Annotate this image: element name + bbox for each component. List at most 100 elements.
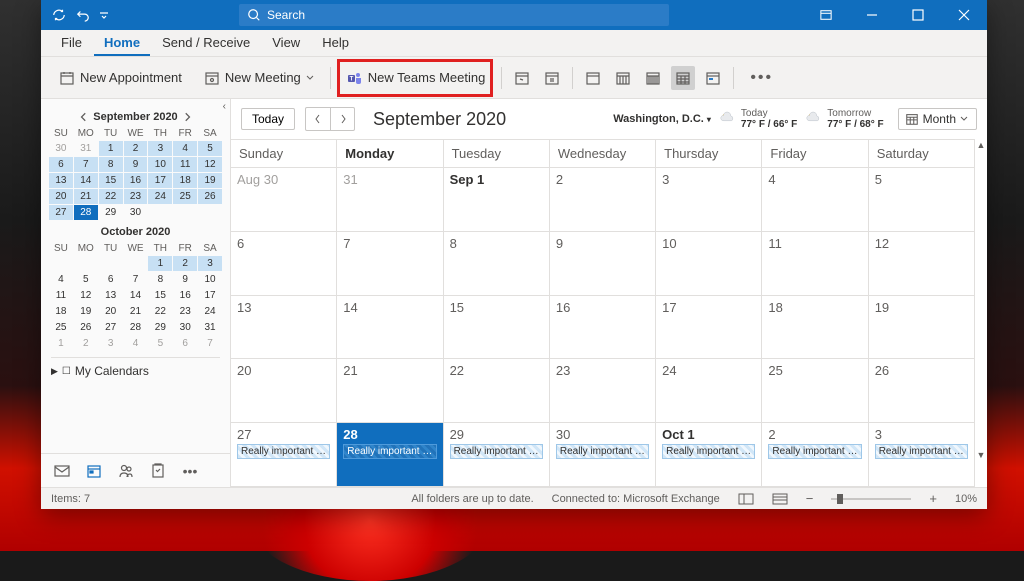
mini-day[interactable]: [173, 205, 197, 220]
menu-send-receive[interactable]: Send / Receive: [152, 31, 260, 56]
calendar-day[interactable]: 25: [762, 359, 868, 422]
calendar-day[interactable]: 24: [656, 359, 762, 422]
calendar-day[interactable]: 4: [762, 168, 868, 231]
mini-day[interactable]: 13: [99, 288, 123, 303]
calendar-day[interactable]: 7: [337, 232, 443, 295]
mini-day[interactable]: 20: [99, 304, 123, 319]
mini-day[interactable]: 19: [198, 173, 222, 188]
undo-icon[interactable]: [75, 7, 91, 23]
mini-day[interactable]: 14: [124, 288, 148, 303]
mini-day[interactable]: 28: [74, 205, 98, 220]
scroll-down-icon[interactable]: ▼: [975, 449, 987, 461]
calendar-day[interactable]: 15: [444, 296, 550, 359]
mini-day[interactable]: 25: [49, 320, 73, 335]
calendar-day[interactable]: 28Really important m...: [337, 423, 443, 486]
mini-day[interactable]: 1: [99, 141, 123, 156]
collapse-sidebar-icon[interactable]: ‹: [223, 101, 226, 112]
mini-day[interactable]: 7: [198, 336, 222, 351]
mini-day[interactable]: 3: [198, 256, 222, 271]
calendar-event[interactable]: Really important m...: [662, 444, 755, 459]
mini-day[interactable]: 5: [198, 141, 222, 156]
calendar-day[interactable]: 2: [550, 168, 656, 231]
ribbon-mode-button[interactable]: [803, 0, 849, 30]
calendar-event[interactable]: Really important m...: [768, 444, 861, 459]
month-view-icon[interactable]: [671, 66, 695, 90]
mail-nav-icon[interactable]: [51, 460, 73, 482]
mini-day[interactable]: 4: [49, 272, 73, 287]
calendar-day[interactable]: 27Really important m...: [231, 423, 337, 486]
reading-view-icon[interactable]: [772, 493, 788, 505]
zoom-out-icon[interactable]: −: [806, 491, 814, 506]
mini-day[interactable]: 16: [173, 288, 197, 303]
calendar-day[interactable]: 19: [869, 296, 975, 359]
mini-day[interactable]: 17: [148, 173, 172, 188]
mini-day[interactable]: 31: [198, 320, 222, 335]
mini-day[interactable]: 5: [148, 336, 172, 351]
mini-day[interactable]: 25: [173, 189, 197, 204]
next7days-icon[interactable]: [540, 66, 564, 90]
calendar-day[interactable]: 6: [231, 232, 337, 295]
mini-day[interactable]: 2: [124, 141, 148, 156]
mini-day[interactable]: 30: [49, 141, 73, 156]
menu-file[interactable]: File: [51, 31, 92, 56]
calendar-day[interactable]: 10: [656, 232, 762, 295]
menu-help[interactable]: Help: [312, 31, 359, 56]
mini-day[interactable]: 1: [148, 256, 172, 271]
minimize-button[interactable]: [849, 0, 895, 30]
sync-icon[interactable]: [51, 7, 67, 23]
mini-day[interactable]: 9: [173, 272, 197, 287]
prev-period-button[interactable]: [306, 108, 330, 130]
calendar-day[interactable]: 18: [762, 296, 868, 359]
mini-day[interactable]: 20: [49, 189, 73, 204]
mini-day[interactable]: 24: [198, 304, 222, 319]
mini-day[interactable]: 22: [148, 304, 172, 319]
calendar-event[interactable]: Really important m...: [450, 444, 543, 459]
view-mode-button[interactable]: Month: [898, 108, 977, 130]
qat-dropdown-icon[interactable]: [99, 7, 109, 23]
calendar-day[interactable]: 12: [869, 232, 975, 295]
week-view-icon[interactable]: [641, 66, 665, 90]
mini-day[interactable]: 11: [173, 157, 197, 172]
new-meeting-button[interactable]: New Meeting: [196, 66, 322, 90]
new-appointment-button[interactable]: New Appointment: [51, 66, 190, 90]
mini-day[interactable]: 22: [99, 189, 123, 204]
mini-day[interactable]: 1: [49, 336, 73, 351]
calendar-day[interactable]: Oct 1Really important m...: [656, 423, 762, 486]
mini-day[interactable]: 8: [148, 272, 172, 287]
day-view-icon[interactable]: [581, 66, 605, 90]
my-calendars-toggle[interactable]: ▶ ☐ My Calendars: [51, 357, 220, 378]
mini-day[interactable]: 17: [198, 288, 222, 303]
mini-day[interactable]: 18: [49, 304, 73, 319]
mini-day[interactable]: 7: [124, 272, 148, 287]
mini-day[interactable]: 15: [99, 173, 123, 188]
mini-day[interactable]: 23: [173, 304, 197, 319]
mini-day[interactable]: 30: [173, 320, 197, 335]
mini-day[interactable]: 7: [74, 157, 98, 172]
calendar-day[interactable]: 3: [656, 168, 762, 231]
calendar-day[interactable]: 8: [444, 232, 550, 295]
mini-day[interactable]: 12: [74, 288, 98, 303]
mini-day[interactable]: [74, 256, 98, 271]
calendar-day[interactable]: 22: [444, 359, 550, 422]
calendar-day[interactable]: 11: [762, 232, 868, 295]
mini-day[interactable]: [198, 205, 222, 220]
mini-day[interactable]: 28: [124, 320, 148, 335]
calendar-day[interactable]: 26: [869, 359, 975, 422]
calendar-day[interactable]: Sep 1: [444, 168, 550, 231]
mini-day[interactable]: 29: [148, 320, 172, 335]
mini-day[interactable]: 4: [124, 336, 148, 351]
mini-day[interactable]: 10: [198, 272, 222, 287]
maximize-button[interactable]: [895, 0, 941, 30]
calendar-day[interactable]: Aug 30: [231, 168, 337, 231]
mini-day[interactable]: 2: [173, 256, 197, 271]
calendar-day[interactable]: 30Really important m...: [550, 423, 656, 486]
calendar-event[interactable]: Really important m...: [556, 444, 649, 459]
mini-calendar-september[interactable]: September 2020 SUMOTUWETHFRSA30311234567…: [49, 111, 222, 220]
mini-day[interactable]: 31: [74, 141, 98, 156]
mini-day[interactable]: 9: [124, 157, 148, 172]
mini-day[interactable]: 13: [49, 173, 73, 188]
menu-view[interactable]: View: [262, 31, 310, 56]
calendar-day[interactable]: 16: [550, 296, 656, 359]
calendar-day[interactable]: 20: [231, 359, 337, 422]
mini-day[interactable]: 4: [173, 141, 197, 156]
